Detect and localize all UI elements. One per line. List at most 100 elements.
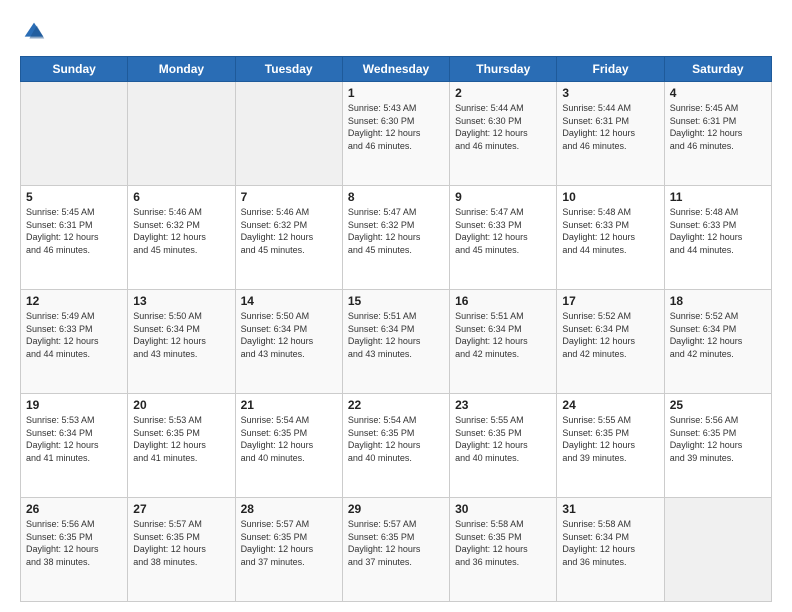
week-row-2: 5 Sunrise: 5:45 AM Sunset: 6:31 PM Daylig… [21, 186, 772, 290]
page: SundayMondayTuesdayWednesdayThursdayFrid… [0, 0, 792, 612]
day-info: Sunrise: 5:53 AM Sunset: 6:35 PM Dayligh… [133, 414, 229, 464]
week-row-3: 12Sunrise: 5:49 AM Sunset: 6:33 PM Dayli… [21, 290, 772, 394]
day-number: 13 [133, 294, 229, 308]
day-number: 6 [133, 190, 229, 204]
week-row-1: 1 Sunrise: 5:43 AM Sunset: 6:30 PM Daylig… [21, 82, 772, 186]
day-info: Sunrise: 5:57 AM Sunset: 6:35 PM Dayligh… [133, 518, 229, 568]
calendar-cell: 1 Sunrise: 5:43 AM Sunset: 6:30 PM Daylig… [342, 82, 449, 186]
day-info: Sunrise: 5:45 AM Sunset: 6:31 PM Dayligh… [670, 102, 766, 152]
day-info: Sunrise: 5:48 AM Sunset: 6:33 PM Dayligh… [562, 206, 658, 256]
day-number: 16 [455, 294, 551, 308]
calendar-cell: 6Sunrise: 5:46 AM Sunset: 6:32 PM Daylig… [128, 186, 235, 290]
day-info: Sunrise: 5:55 AM Sunset: 6:35 PM Dayligh… [562, 414, 658, 464]
calendar-cell: 2 Sunrise: 5:44 AM Sunset: 6:30 PM Daylig… [450, 82, 557, 186]
calendar-cell [664, 498, 771, 602]
day-info: Sunrise: 5:52 AM Sunset: 6:34 PM Dayligh… [562, 310, 658, 360]
day-number: 1 [348, 86, 444, 100]
day-headers-row: SundayMondayTuesdayWednesdayThursdayFrid… [21, 57, 772, 82]
day-number: 18 [670, 294, 766, 308]
calendar-cell [21, 82, 128, 186]
day-number: 30 [455, 502, 551, 516]
day-number: 15 [348, 294, 444, 308]
calendar-cell: 4Sunrise: 5:45 AM Sunset: 6:31 PM Daylig… [664, 82, 771, 186]
day-number: 2 [455, 86, 551, 100]
day-info: Sunrise: 5:50 AM Sunset: 6:34 PM Dayligh… [133, 310, 229, 360]
calendar-cell: 3Sunrise: 5:44 AM Sunset: 6:31 PM Daylig… [557, 82, 664, 186]
day-info: Sunrise: 5:55 AM Sunset: 6:35 PM Dayligh… [455, 414, 551, 464]
day-info: Sunrise: 5:44 AM Sunset: 6:30 PM Dayligh… [455, 102, 551, 152]
day-number: 26 [26, 502, 122, 516]
calendar-cell [235, 82, 342, 186]
calendar-cell: 15 Sunrise: 5:51 AM Sunset: 6:34 PM Dayli… [342, 290, 449, 394]
day-number: 28 [241, 502, 337, 516]
day-info: Sunrise: 5:54 AM Sunset: 6:35 PM Dayligh… [241, 414, 337, 464]
calendar-cell: 9Sunrise: 5:47 AM Sunset: 6:33 PM Daylig… [450, 186, 557, 290]
day-info: Sunrise: 5:51 AM Sunset: 6:34 PM Dayligh… [455, 310, 551, 360]
calendar-cell: 7Sunrise: 5:46 AM Sunset: 6:32 PM Daylig… [235, 186, 342, 290]
calendar-cell: 17 Sunrise: 5:52 AM Sunset: 6:34 PM Dayli… [557, 290, 664, 394]
day-number: 14 [241, 294, 337, 308]
day-info: Sunrise: 5:50 AM Sunset: 6:34 PM Dayligh… [241, 310, 337, 360]
logo [20, 18, 52, 46]
day-info: Sunrise: 5:45 AM Sunset: 6:31 PM Dayligh… [26, 206, 122, 256]
calendar-cell: 8 Sunrise: 5:47 AM Sunset: 6:32 PM Daylig… [342, 186, 449, 290]
day-number: 7 [241, 190, 337, 204]
day-info: Sunrise: 5:48 AM Sunset: 6:33 PM Dayligh… [670, 206, 766, 256]
day-info: Sunrise: 5:56 AM Sunset: 6:35 PM Dayligh… [26, 518, 122, 568]
day-header-tuesday: Tuesday [235, 57, 342, 82]
day-header-sunday: Sunday [21, 57, 128, 82]
day-header-thursday: Thursday [450, 57, 557, 82]
day-number: 21 [241, 398, 337, 412]
calendar-cell: 29Sunrise: 5:57 AM Sunset: 6:35 PM Dayli… [342, 498, 449, 602]
day-info: Sunrise: 5:58 AM Sunset: 6:34 PM Dayligh… [562, 518, 658, 568]
calendar-cell: 5 Sunrise: 5:45 AM Sunset: 6:31 PM Daylig… [21, 186, 128, 290]
week-row-5: 26 Sunrise: 5:56 AM Sunset: 6:35 PM Dayli… [21, 498, 772, 602]
day-info: Sunrise: 5:47 AM Sunset: 6:33 PM Dayligh… [455, 206, 551, 256]
day-info: Sunrise: 5:51 AM Sunset: 6:34 PM Dayligh… [348, 310, 444, 360]
day-info: Sunrise: 5:53 AM Sunset: 6:34 PM Dayligh… [26, 414, 122, 464]
day-info: Sunrise: 5:58 AM Sunset: 6:35 PM Dayligh… [455, 518, 551, 568]
day-number: 11 [670, 190, 766, 204]
calendar-table: SundayMondayTuesdayWednesdayThursdayFrid… [20, 56, 772, 602]
calendar-cell: 16 Sunrise: 5:51 AM Sunset: 6:34 PM Dayli… [450, 290, 557, 394]
day-number: 31 [562, 502, 658, 516]
day-header-monday: Monday [128, 57, 235, 82]
calendar-cell: 21 Sunrise: 5:54 AM Sunset: 6:35 PM Dayli… [235, 394, 342, 498]
day-info: Sunrise: 5:56 AM Sunset: 6:35 PM Dayligh… [670, 414, 766, 464]
calendar-cell: 10 Sunrise: 5:48 AM Sunset: 6:33 PM Dayli… [557, 186, 664, 290]
day-number: 22 [348, 398, 444, 412]
calendar-cell: 25Sunrise: 5:56 AM Sunset: 6:35 PM Dayli… [664, 394, 771, 498]
day-number: 19 [26, 398, 122, 412]
header [20, 18, 772, 46]
calendar-cell: 13 Sunrise: 5:50 AM Sunset: 6:34 PM Dayli… [128, 290, 235, 394]
day-info: Sunrise: 5:43 AM Sunset: 6:30 PM Dayligh… [348, 102, 444, 152]
calendar-cell: 20 Sunrise: 5:53 AM Sunset: 6:35 PM Dayli… [128, 394, 235, 498]
day-number: 5 [26, 190, 122, 204]
calendar-cell: 18Sunrise: 5:52 AM Sunset: 6:34 PM Dayli… [664, 290, 771, 394]
calendar-cell: 12Sunrise: 5:49 AM Sunset: 6:33 PM Dayli… [21, 290, 128, 394]
calendar-body: 1 Sunrise: 5:43 AM Sunset: 6:30 PM Daylig… [21, 82, 772, 602]
day-number: 17 [562, 294, 658, 308]
day-info: Sunrise: 5:47 AM Sunset: 6:32 PM Dayligh… [348, 206, 444, 256]
day-number: 23 [455, 398, 551, 412]
calendar-cell: 11 Sunrise: 5:48 AM Sunset: 6:33 PM Dayli… [664, 186, 771, 290]
day-number: 24 [562, 398, 658, 412]
calendar-cell: 22 Sunrise: 5:54 AM Sunset: 6:35 PM Dayli… [342, 394, 449, 498]
calendar-cell [128, 82, 235, 186]
calendar-cell: 24 Sunrise: 5:55 AM Sunset: 6:35 PM Dayli… [557, 394, 664, 498]
day-number: 27 [133, 502, 229, 516]
logo-icon [20, 18, 48, 46]
calendar-cell: 26 Sunrise: 5:56 AM Sunset: 6:35 PM Dayli… [21, 498, 128, 602]
calendar-cell: 31 Sunrise: 5:58 AM Sunset: 6:34 PM Dayli… [557, 498, 664, 602]
calendar-cell: 28Sunrise: 5:57 AM Sunset: 6:35 PM Dayli… [235, 498, 342, 602]
day-number: 20 [133, 398, 229, 412]
day-info: Sunrise: 5:49 AM Sunset: 6:33 PM Dayligh… [26, 310, 122, 360]
day-info: Sunrise: 5:54 AM Sunset: 6:35 PM Dayligh… [348, 414, 444, 464]
day-number: 3 [562, 86, 658, 100]
day-number: 8 [348, 190, 444, 204]
day-header-saturday: Saturday [664, 57, 771, 82]
calendar-cell: 19 Sunrise: 5:53 AM Sunset: 6:34 PM Dayli… [21, 394, 128, 498]
day-number: 10 [562, 190, 658, 204]
calendar-cell: 27 Sunrise: 5:57 AM Sunset: 6:35 PM Dayli… [128, 498, 235, 602]
week-row-4: 19 Sunrise: 5:53 AM Sunset: 6:34 PM Dayli… [21, 394, 772, 498]
